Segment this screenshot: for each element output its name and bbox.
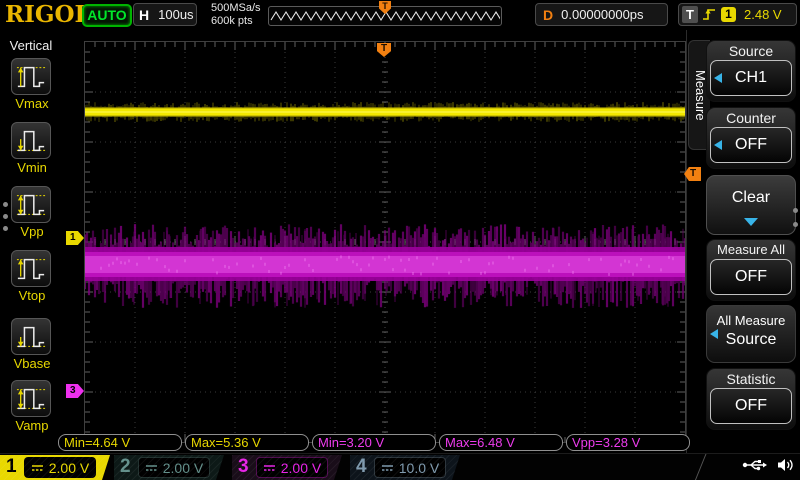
measurement-slot-5: Vpp=3.28 V [566,434,690,451]
channel-number: 3 [238,456,249,478]
meter-item-vtop[interactable]: Vtop [11,250,53,303]
memory-depth: 600k pts [211,15,261,28]
meter-item-label: Vpp [11,224,53,239]
softkey-all-measure-source[interactable]: All Measure Source [706,305,796,363]
channel-number: 2 [120,456,131,478]
left-menu-title: Vertical [0,38,62,53]
vertical-measure-menu: Vertical Vmax Vmin Vpp Vtop Vbase Vamp [0,30,62,454]
rigol-logo: RIGOL [5,1,91,28]
channel-scale: 10.0 V [399,460,439,476]
usb-icon [742,457,768,473]
meter-item-label: Vbase [11,356,53,371]
dc-coupling-icon [381,463,394,473]
delay-box[interactable]: D 0.00000000ps [535,3,668,26]
waveform-preview-bar[interactable]: T [268,6,502,26]
measurement-slot-2: Max=5.36 V [185,434,309,451]
channel-number: 1 [6,456,17,478]
divider [695,454,707,480]
vpp-icon [11,186,51,223]
vmax-icon [11,58,51,95]
meter-item-vmax[interactable]: Vmax [11,58,53,111]
vmin-icon [11,122,51,159]
channel-scale: 2.00 V [281,460,321,476]
top-status-bar: RIGOL AUTO H 100us 500MSa/s 600k pts T D… [0,0,800,30]
dc-coupling-icon [145,463,158,473]
timebase-value: 100us [158,7,193,22]
trigger-source-badge: 1 [721,7,736,22]
chevron-left-icon [714,73,722,83]
meter-item-vpp[interactable]: Vpp [11,186,53,239]
meter-item-label: Vmax [11,96,53,111]
trigger-label: T [682,6,698,23]
right-menu-page-dots [793,208,798,227]
oscilloscope-screen: RIGOL AUTO H 100us 500MSa/s 600k pts T D… [0,0,800,480]
channel-status-bar: 1 2.00 V 2 2.00 V 3 [0,453,800,480]
rising-edge-icon [702,7,716,22]
measurement-slot-1: Min=4.64 V [58,434,182,451]
softkey-title: Source [710,42,792,60]
softkey-label: Clear [732,189,770,206]
channel-3-status[interactable]: 3 2.00 V [232,455,342,480]
beeper-icon [776,457,794,473]
vbase-icon [11,318,51,355]
vtop-icon [11,250,51,287]
channel-scale: 2.00 V [163,460,203,476]
waveform-display-area [84,41,686,443]
meter-item-vmin[interactable]: Vmin [11,122,53,175]
softkey-source[interactable]: Source CH1 [706,40,796,102]
softkey-value: OFF [735,397,767,415]
softkey-title: Statistic [710,370,792,388]
channel-4-status[interactable]: 4 10.0 V [350,455,460,480]
softkey-value: OFF [735,136,767,154]
left-menu-page-dots [3,202,8,231]
softkey-title: Counter [710,109,792,127]
softkey-statistic[interactable]: Statistic OFF [706,368,796,430]
graticule-and-traces [85,42,685,442]
meter-item-label: Vamp [11,418,53,433]
meter-item-label: Vtop [11,288,53,303]
trigger-status-box[interactable]: T 1 2.48 V [678,3,797,26]
softkey-value: OFF [735,268,767,286]
acquisition-info: 500MSa/s 600k pts [211,2,261,28]
horizontal-label: H [139,7,149,23]
meter-item-label: Vmin [11,160,53,175]
measure-soft-menu: Measure Source CH1 Counter OFF Clear Mea… [686,30,800,454]
delay-label: D [543,7,553,23]
softkey-measure-all[interactable]: Measure All OFF [706,239,796,301]
run-status-badge[interactable]: AUTO [82,4,132,27]
vamp-icon [11,380,51,417]
ch3-ground-marker: 3 [66,384,84,398]
meter-item-vamp[interactable]: Vamp [11,380,53,433]
chevron-down-icon [744,218,758,226]
dc-coupling-icon [31,463,44,473]
chevron-left-icon [710,329,718,339]
softkey-title: All Measure [707,313,795,329]
channel-2-status[interactable]: 2 2.00 V [114,455,224,480]
softkey-clear[interactable]: Clear [706,175,796,235]
softkey-title: Measure All [710,241,792,259]
measurement-slot-4: Max=6.48 V [439,434,563,451]
measurement-slot-3: Min=3.20 V [312,434,436,451]
softkey-value: Source [707,329,795,351]
meter-item-vbase[interactable]: Vbase [11,318,53,371]
channel-number: 4 [356,456,367,478]
trigger-level-value: 2.48 V [744,7,782,22]
sample-rate: 500MSa/s [211,2,261,15]
channel-scale: 2.00 V [49,460,89,476]
delay-value: 0.00000000ps [561,7,643,22]
softkey-counter[interactable]: Counter OFF [706,107,796,169]
chevron-left-icon [714,140,722,150]
channel-1-status[interactable]: 1 2.00 V [0,455,110,480]
dc-coupling-icon [263,463,276,473]
softkey-value: CH1 [735,69,767,87]
horizontal-timebase-box[interactable]: H 100us [133,3,197,26]
ch1-ground-marker: 1 [66,231,84,245]
